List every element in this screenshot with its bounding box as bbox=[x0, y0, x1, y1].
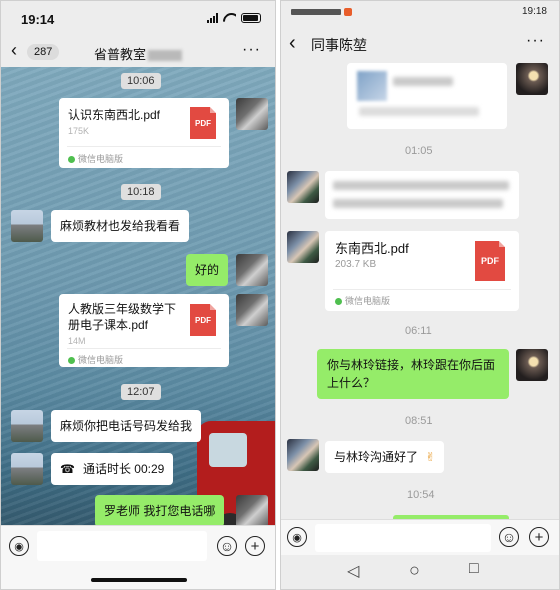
left-screenshot: 19:14 ‹ 287 省普教室 ··· 10:06 认识东南西北.pdf 17… bbox=[0, 0, 276, 590]
link-card-blurred[interactable] bbox=[347, 63, 507, 129]
self-avatar[interactable] bbox=[516, 349, 548, 381]
back-chevron-icon[interactable]: ‹ bbox=[289, 32, 296, 55]
file-name: 东南西北.pdf bbox=[335, 241, 409, 256]
file-source: 微信电脑版 bbox=[335, 294, 390, 307]
pdf-file-icon: PDF bbox=[475, 241, 505, 281]
timestamp: 08:51 bbox=[405, 415, 433, 427]
contact-avatar[interactable] bbox=[287, 439, 319, 471]
chat-header: ‹ 同事陈堃 ··· bbox=[281, 25, 559, 63]
chat-title: 同事陈堃 bbox=[311, 37, 367, 53]
nav-recent-icon[interactable]: □ bbox=[469, 560, 479, 578]
message-bubble-received[interactable]: 麻烦教材也发给我看看 bbox=[51, 210, 190, 242]
divider bbox=[67, 146, 221, 147]
file-message[interactable]: 人教版三年级数学下 册电子课本.pdf 14M PDF 微信电脑版 bbox=[59, 294, 229, 367]
divider bbox=[333, 289, 511, 290]
emoji-icon[interactable]: ☺ bbox=[217, 536, 237, 556]
status-time: 19:14 bbox=[21, 12, 55, 27]
signal-icons bbox=[291, 8, 341, 15]
victory-hand-emoji-icon: ✌ bbox=[425, 450, 436, 464]
file-size: 14M bbox=[68, 336, 86, 346]
file-size: 175K bbox=[68, 126, 90, 136]
wifi-icon bbox=[223, 13, 236, 23]
voice-input-icon[interactable]: ◉ bbox=[9, 536, 29, 556]
home-indicator[interactable] bbox=[91, 578, 187, 582]
message-bubble-received[interactable]: 麻烦你把电话号码发给我 bbox=[51, 410, 202, 442]
blurred-name bbox=[148, 50, 182, 62]
message-bubble-received[interactable]: 与林玲沟通好了 ✌ bbox=[325, 441, 445, 473]
phone-hangup-icon: ☎ bbox=[60, 462, 75, 476]
blurred-text bbox=[333, 199, 503, 208]
message-input[interactable] bbox=[37, 531, 207, 561]
contact-avatar[interactable] bbox=[287, 171, 319, 203]
divider bbox=[67, 348, 221, 349]
file-name: 认识东南西北.pdf bbox=[68, 108, 161, 122]
message-text: 与林玲沟通好了 bbox=[334, 450, 419, 464]
call-duration: 通话时长 00:29 bbox=[82, 462, 165, 476]
chat-title-text: 省普教室 bbox=[93, 47, 146, 62]
pdf-file-icon: PDF bbox=[190, 304, 216, 336]
call-record-bubble[interactable]: ☎ 通话时长 00:29 bbox=[51, 453, 174, 485]
contact-avatar[interactable] bbox=[11, 410, 43, 442]
plus-icon[interactable]: + bbox=[529, 527, 549, 547]
wechat-pc-icon bbox=[335, 298, 342, 305]
self-avatar[interactable] bbox=[236, 495, 268, 525]
contact-avatar[interactable] bbox=[11, 453, 43, 485]
file-message[interactable]: 东南西北.pdf 203.7 KB PDF 微信电脑版 bbox=[325, 231, 519, 311]
chat-area[interactable]: 10:06 认识东南西北.pdf 175K PDF 微信电脑版 10:18 麻烦… bbox=[1, 67, 275, 525]
timestamp: 01:05 bbox=[405, 145, 433, 157]
timestamp: 06:11 bbox=[405, 325, 432, 337]
timestamp: 10:06 bbox=[121, 73, 161, 89]
plus-icon[interactable]: + bbox=[245, 536, 265, 556]
timestamp: 10:54 bbox=[407, 489, 435, 501]
nav-back-icon[interactable]: ◁ bbox=[347, 561, 359, 581]
status-icons bbox=[207, 13, 261, 23]
timestamp: 12:07 bbox=[121, 384, 161, 400]
file-message[interactable]: 认识东南西北.pdf 175K PDF 微信电脑版 bbox=[59, 98, 229, 168]
pdf-file-icon: PDF bbox=[190, 107, 216, 139]
wechat-pc-icon bbox=[68, 156, 75, 163]
right-screenshot: 19:18 ‹ 同事陈堃 ··· 01:05 东南西北.pdf 203.7 KB… bbox=[280, 0, 560, 590]
status-bar: 19:18 bbox=[281, 1, 559, 25]
blurred-text bbox=[359, 107, 479, 116]
nav-home-icon[interactable]: ○ bbox=[409, 560, 420, 581]
message-input[interactable] bbox=[315, 524, 491, 552]
self-avatar[interactable] bbox=[516, 63, 548, 95]
message-bubble-blurred[interactable] bbox=[325, 171, 519, 219]
more-options-icon[interactable]: ··· bbox=[526, 32, 545, 50]
self-avatar[interactable] bbox=[236, 294, 268, 326]
status-bar: 19:14 bbox=[1, 1, 275, 39]
system-nav-bar: ◁ ○ □ bbox=[281, 555, 559, 589]
file-name-line2: 册电子课本.pdf bbox=[68, 318, 149, 332]
chat-title: 省普教室 bbox=[1, 44, 275, 63]
timestamp: 10:18 bbox=[121, 184, 161, 200]
wechat-pc-icon bbox=[68, 357, 75, 364]
input-bar: ◉ ☺ + bbox=[1, 525, 275, 589]
more-options-icon[interactable]: ··· bbox=[242, 41, 261, 59]
file-name-line1: 人教版三年级数学下 bbox=[68, 302, 177, 316]
cellular-signal-icon bbox=[207, 13, 218, 23]
contact-avatar[interactable] bbox=[11, 210, 43, 242]
chat-area[interactable]: 01:05 东南西北.pdf 203.7 KB PDF 微信电脑版 06:11 … bbox=[281, 63, 559, 519]
status-indicators bbox=[291, 7, 353, 16]
message-bubble-sent[interactable]: 好的 bbox=[186, 254, 229, 286]
file-source: 微信电脑版 bbox=[68, 152, 123, 165]
emoji-icon[interactable]: ☺ bbox=[499, 527, 519, 547]
voice-input-icon[interactable]: ◉ bbox=[287, 527, 307, 547]
file-source: 微信电脑版 bbox=[68, 353, 123, 366]
blurred-thumbnail bbox=[357, 71, 387, 101]
message-bubble-sent[interactable]: 罗老师 我打您电话哪 bbox=[95, 495, 225, 525]
self-avatar[interactable] bbox=[236, 98, 268, 130]
input-bar: ◉ ☺ + bbox=[281, 519, 559, 555]
wallpaper-truck-window bbox=[209, 433, 247, 467]
status-time: 19:18 bbox=[521, 6, 547, 17]
notification-icon bbox=[344, 7, 353, 16]
contact-avatar[interactable] bbox=[287, 231, 319, 263]
battery-icon bbox=[241, 13, 261, 23]
blurred-text bbox=[393, 77, 453, 86]
message-bubble-sent[interactable]: 你与林玲链接，林玲跟在你后面上什么？ bbox=[317, 349, 509, 399]
chat-header: ‹ 287 省普教室 ··· bbox=[1, 39, 275, 67]
blurred-text bbox=[333, 181, 509, 190]
file-size: 203.7 KB bbox=[335, 259, 377, 270]
self-avatar[interactable] bbox=[236, 254, 268, 286]
